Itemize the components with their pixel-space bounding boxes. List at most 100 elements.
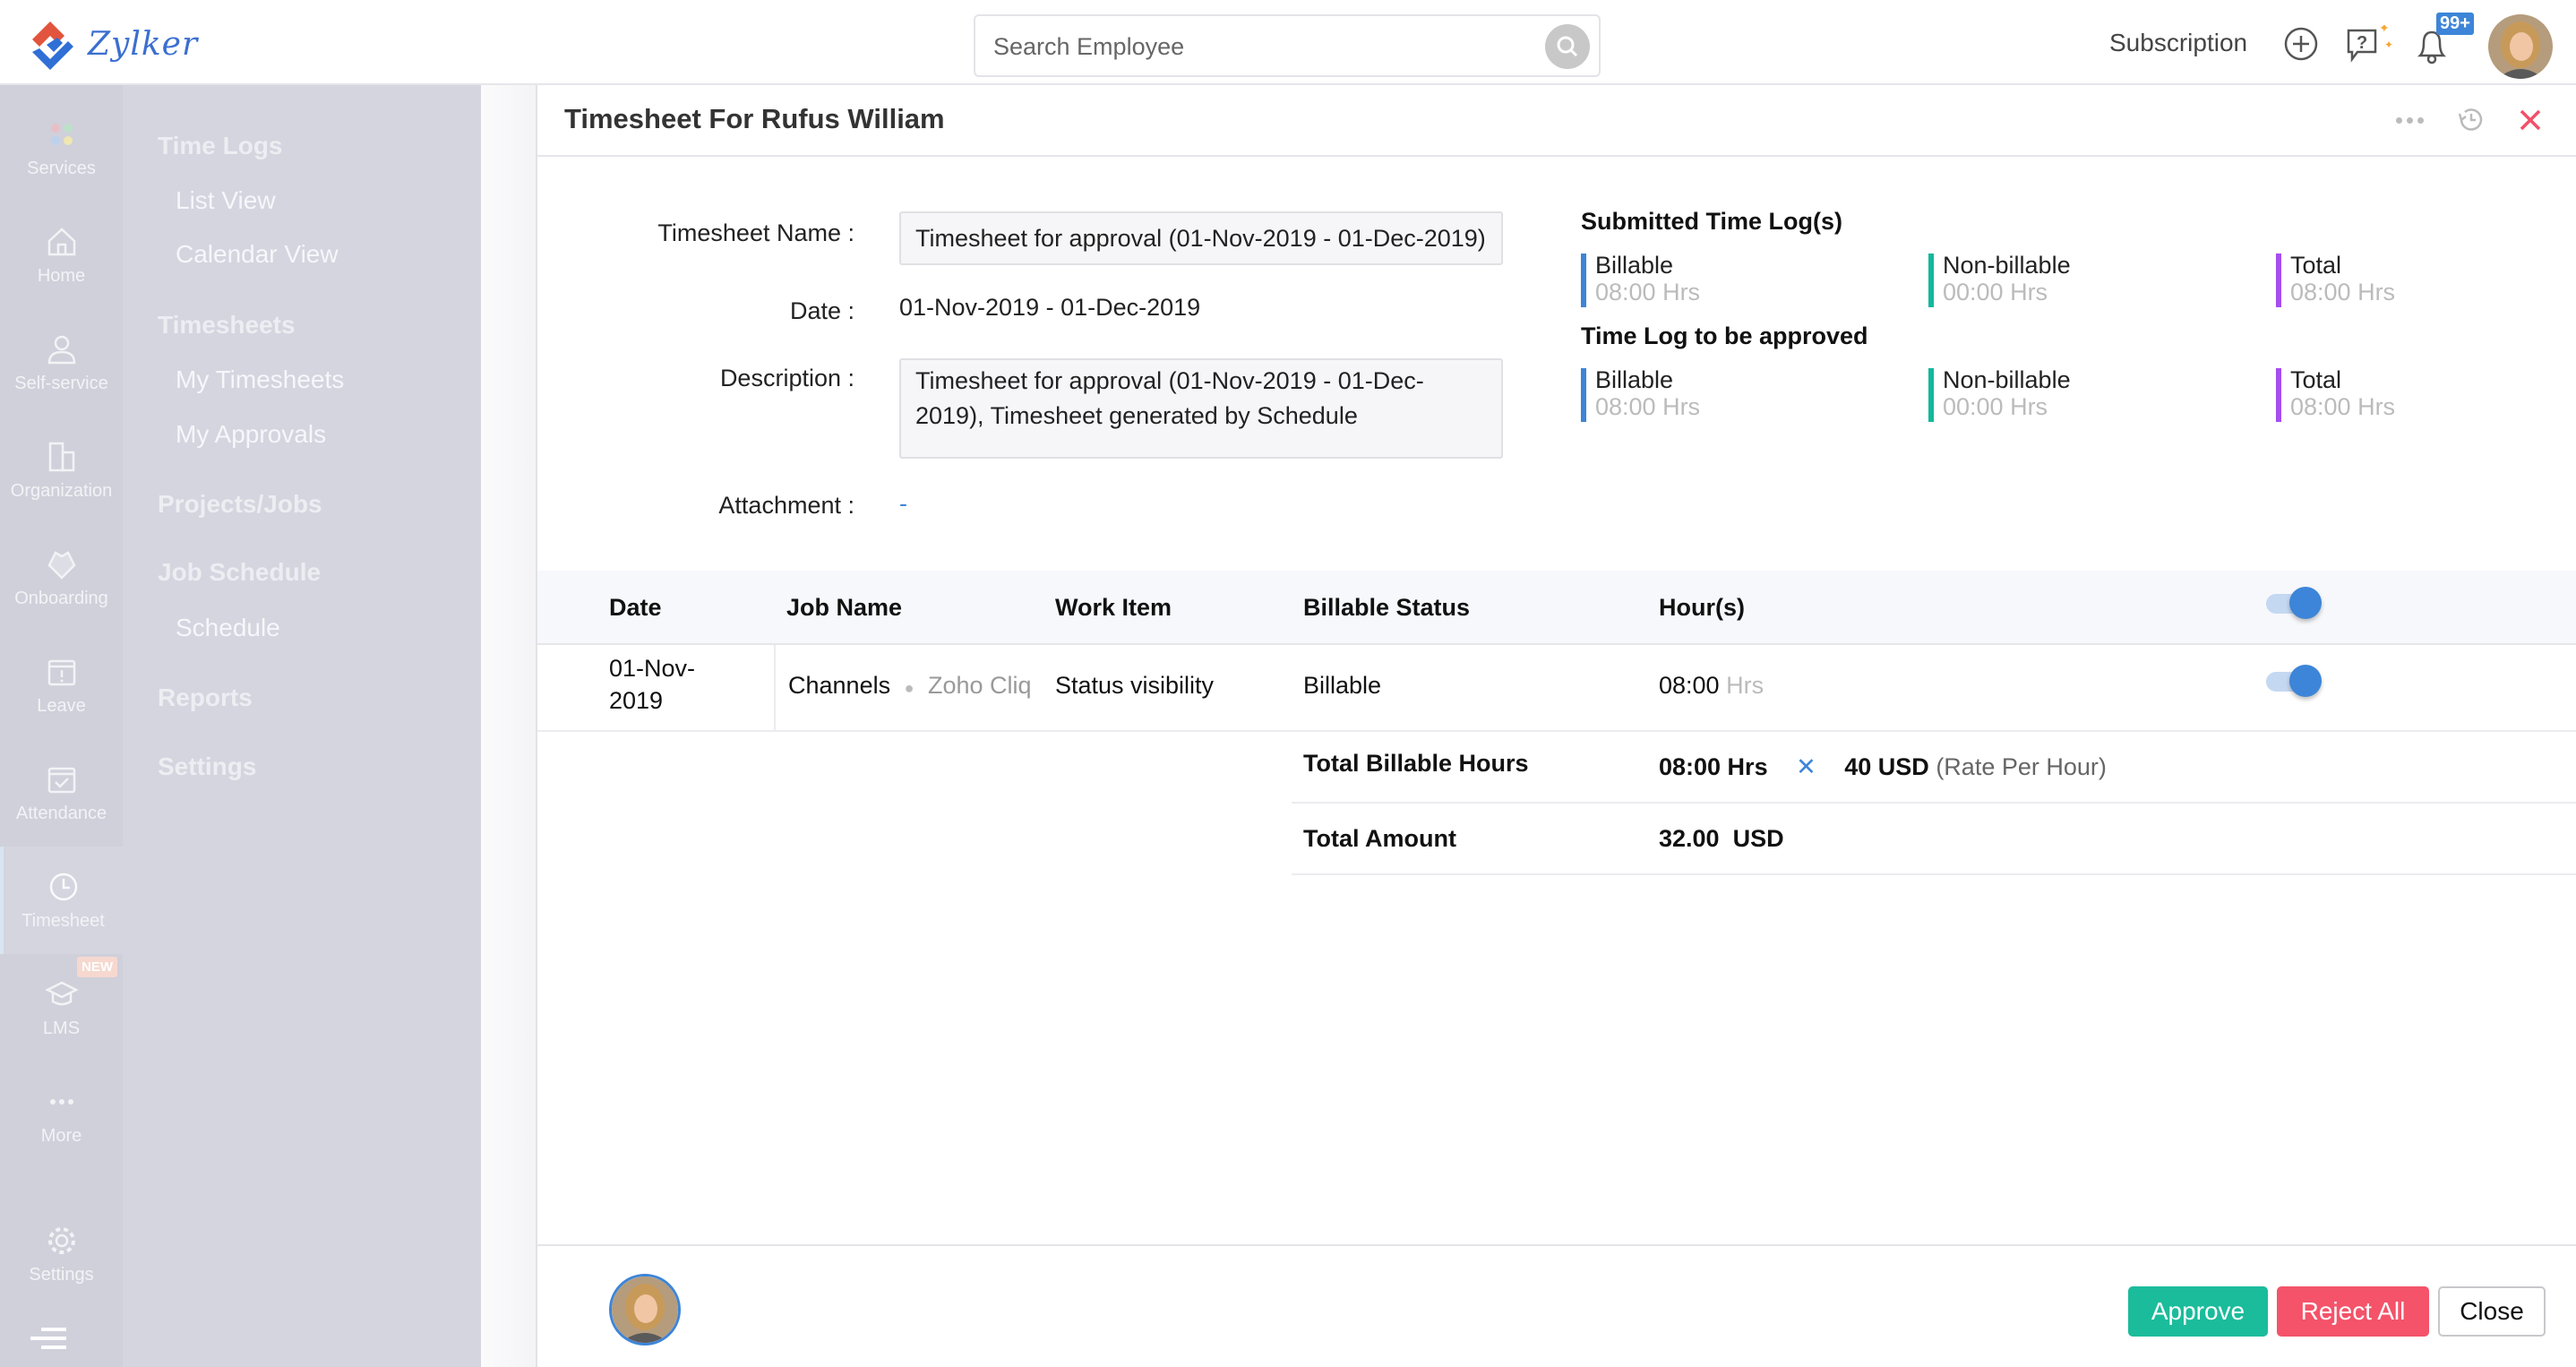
brand-logo[interactable]: Zylker <box>27 18 198 70</box>
footer-divider <box>537 1244 2576 1246</box>
menu-lines-icon <box>30 1328 66 1349</box>
submenu-link-schedule[interactable]: Schedule <box>176 614 280 642</box>
to-approve-billable: Billable 08:00 Hrs <box>1581 366 1701 422</box>
description-field[interactable]: Timesheet for approval (01-Nov-2019 - 01… <box>899 358 1503 459</box>
submenu-link-my-approvals[interactable]: My Approvals <box>176 420 326 449</box>
table-row: 01-Nov- 2019 Channels ● Zoho Cliq Status… <box>537 645 2576 732</box>
notification-badge: 99+ <box>2436 13 2474 35</box>
subscription-link[interactable]: Subscription <box>2109 29 2247 57</box>
separator-dot: ● <box>904 679 914 697</box>
panel-title: Timesheet For Rufus William <box>564 103 945 134</box>
column-header-date: Date <box>609 594 662 621</box>
close-button[interactable]: Close <box>2438 1286 2546 1337</box>
sidebar-label: Services <box>27 158 96 178</box>
submenu-link-my-timesheets[interactable]: My Timesheets <box>176 365 344 394</box>
search-button[interactable] <box>1545 24 1590 69</box>
home-icon <box>47 227 75 255</box>
sidebar-label: LMS <box>42 1018 81 1038</box>
submenu-heading-job-schedule[interactable]: Job Schedule <box>158 558 321 587</box>
svg-text:✦: ✦ <box>2379 25 2390 35</box>
sidebar-label: Leave <box>37 695 86 716</box>
add-button[interactable] <box>2282 25 2320 63</box>
submenu-heading-timesheets[interactable]: Timesheets <box>158 311 296 340</box>
to-approve-heading: Time Log to be approved <box>1581 322 1868 349</box>
column-header-work-item: Work Item <box>1055 594 1172 621</box>
sidebar-label: Attendance <box>15 803 107 823</box>
search-input[interactable] <box>993 30 1513 63</box>
submitted-non-billable: Non-billable 00:00 Hrs <box>1928 252 2071 307</box>
multiply-icon: ✕ <box>1796 753 1816 780</box>
row-date-line2: 2019 <box>609 687 664 714</box>
user-avatar[interactable] <box>2488 14 2553 79</box>
description-label: Description : <box>719 365 854 391</box>
top-header: Zylker Subscription ? ✦ ✦ 99+ <box>0 0 2576 85</box>
approve-button[interactable]: Approve <box>2128 1286 2268 1337</box>
hours-value: 08:00 <box>1659 672 1720 699</box>
summary-label: Billable <box>1595 366 1674 393</box>
timesheet-submenu <box>123 85 481 1367</box>
more-options-button[interactable] <box>2396 116 2424 124</box>
rate-note: (Rate Per Hour) <box>1936 753 2107 780</box>
reject-all-button[interactable]: Reject All <box>2277 1286 2429 1337</box>
row-billable-toggle[interactable] <box>2266 661 2323 701</box>
search-employee <box>974 14 1601 77</box>
submenu-heading-settings[interactable]: Settings <box>158 752 256 781</box>
sidebar-item-lms[interactable]: NEW LMS <box>0 954 123 1062</box>
user-icon <box>47 335 75 364</box>
zylker-logo-icon <box>27 18 79 70</box>
svg-text:?: ? <box>2357 33 2367 53</box>
submitted-billable: Billable 08:00 Hrs <box>1581 252 1700 307</box>
timesheet-name-field[interactable]: Timesheet for approval (01-Nov-2019 - 01… <box>899 211 1503 265</box>
summary-value: 08:00 Hrs <box>1595 393 1701 420</box>
sidebar-label: Timesheet <box>21 910 105 931</box>
column-divider <box>774 645 776 732</box>
close-icon[interactable] <box>2519 108 2542 132</box>
summary-label: Total <box>2290 366 2342 393</box>
sidebar-label: Self-service <box>14 373 108 393</box>
job-name: Channels <box>788 672 891 699</box>
new-badge: NEW <box>77 957 117 977</box>
brand-name: Zylker <box>88 25 199 63</box>
sidebar-item-attendance[interactable]: Attendance <box>0 739 123 847</box>
calendar-check-icon <box>47 767 75 793</box>
sidebar-item-organization[interactable]: Organization <box>0 417 123 524</box>
graduation-cap-icon <box>44 981 79 1005</box>
toggle-knob <box>2289 665 2322 697</box>
sidebar-item-leave[interactable]: Leave <box>0 632 123 739</box>
billable-color-bar <box>1581 254 1586 307</box>
search-icon <box>1557 36 1578 57</box>
timelog-table-header: Date Job Name Work Item Billable Status … <box>537 571 2576 645</box>
collapse-menu-button[interactable] <box>29 1326 68 1357</box>
submenu-heading-reports[interactable]: Reports <box>158 684 253 712</box>
sidebar-item-onboarding[interactable]: Onboarding <box>0 524 123 632</box>
submenu-heading-time-logs[interactable]: Time Logs <box>158 132 283 160</box>
history-icon[interactable] <box>2456 105 2486 135</box>
panel-header: Timesheet For Rufus William <box>537 85 2576 157</box>
sidebar-item-home[interactable]: Home <box>0 202 123 309</box>
summary-label: Non-billable <box>1943 252 2071 279</box>
sidebar-item-timesheet[interactable]: Timesheet <box>0 847 123 954</box>
submenu-link-list-view[interactable]: List View <box>176 186 276 215</box>
handshake-icon <box>47 550 76 580</box>
submenu-link-calendar-view[interactable]: Calendar View <box>176 240 339 269</box>
submenu-heading-projects-jobs[interactable]: Projects/Jobs <box>158 490 322 519</box>
sidebar-label: More <box>40 1125 82 1146</box>
help-button[interactable]: ? ✦ ✦ <box>2345 21 2399 63</box>
billable-color-bar <box>1581 368 1586 422</box>
panel-actions <box>2396 105 2542 135</box>
sidebar-label: Onboarding <box>14 588 108 608</box>
sidebar-item-self-service[interactable]: Self-service <box>0 309 123 417</box>
sidebar-item-settings[interactable]: Settings <box>0 1200 123 1308</box>
select-all-toggle[interactable] <box>2266 583 2323 623</box>
employee-avatar[interactable] <box>609 1274 681 1346</box>
sidebar-item-services[interactable]: Services <box>0 94 123 202</box>
attachment-value[interactable]: - <box>899 490 907 518</box>
non-billable-color-bar <box>1928 254 1934 307</box>
date-label: Date : <box>789 297 854 324</box>
summary-value: 08:00 Hrs <box>2290 279 2396 305</box>
non-billable-color-bar <box>1928 368 1934 422</box>
sidebar-item-more[interactable]: More <box>0 1062 123 1169</box>
timesheet-detail-panel: Timesheet For Rufus William Timesheet Na… <box>536 85 2576 1367</box>
summary-label: Non-billable <box>1943 366 2071 393</box>
toggle-knob <box>2289 587 2322 619</box>
